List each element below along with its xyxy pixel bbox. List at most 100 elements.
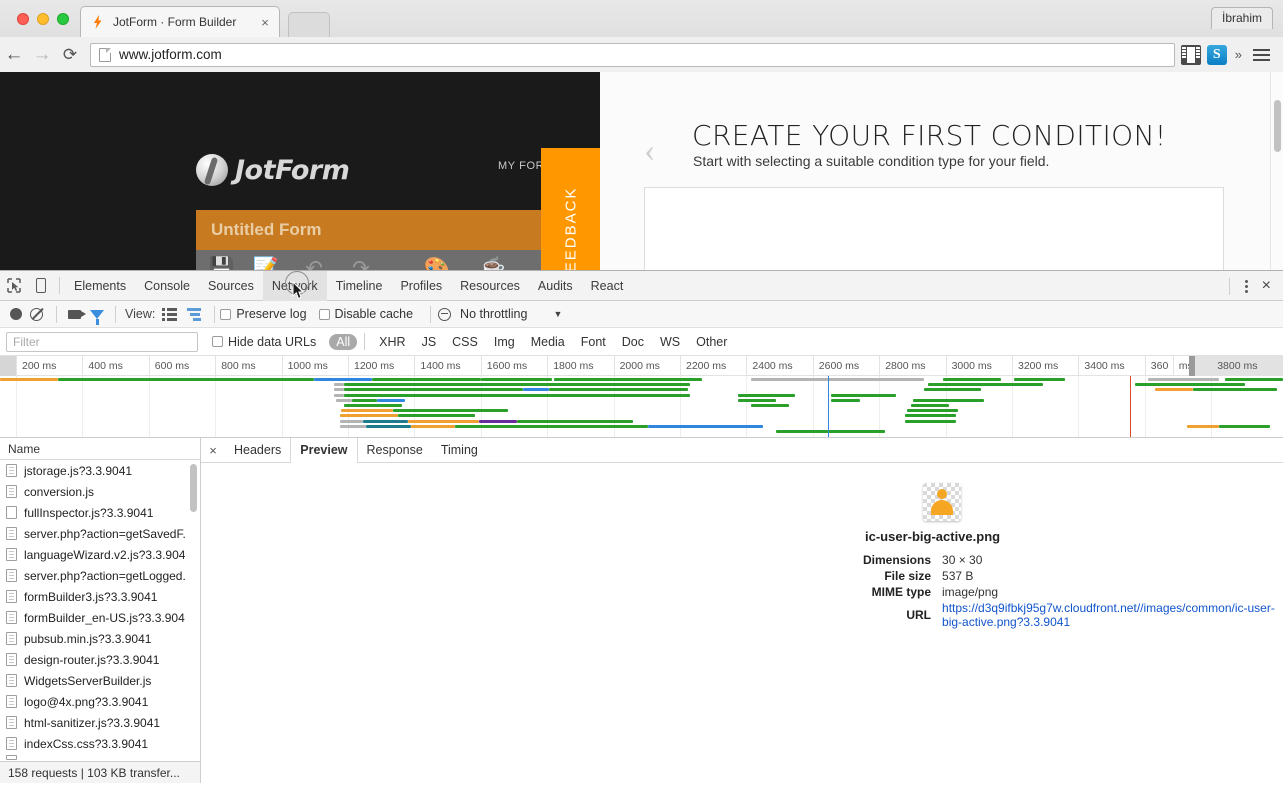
condition-type-box[interactable] (644, 187, 1224, 270)
request-row[interactable]: html-sanitizer.js?3.3.9041 (0, 712, 200, 733)
new-tab-button[interactable] (288, 12, 330, 37)
back-arrow-icon[interactable]: ← (0, 45, 28, 64)
detail-tab-timing[interactable]: Timing (432, 438, 487, 463)
close-detail-pane-icon[interactable]: × (201, 444, 225, 457)
request-row[interactable]: fullInspector.js?3.3.9041 (0, 502, 200, 523)
overview-right-handle[interactable] (1189, 356, 1195, 376)
tab-network[interactable]: Network (262, 270, 327, 301)
request-row[interactable]: conversion.js (0, 481, 200, 502)
request-row[interactable]: WidgetsServerBuilder.js (0, 670, 200, 691)
window-traffic-lights[interactable] (17, 13, 69, 25)
request-row[interactable]: jstorage.js?3.3.9041 (0, 460, 200, 481)
tab-resources[interactable]: Resources (451, 271, 529, 301)
throttling-value[interactable]: No throttling (460, 307, 527, 321)
profile-chip[interactable]: İbrahim (1210, 7, 1273, 29)
filter-funnel-icon[interactable] (90, 309, 104, 325)
request-list-header[interactable]: Name (0, 438, 200, 460)
preserve-log-box[interactable] (220, 308, 232, 320)
capture-screenshots-icon[interactable] (68, 309, 86, 319)
request-row[interactable]: languageWizard.v2.js?3.3.904 (0, 544, 200, 565)
throttling-chevron-down-icon[interactable]: ▼ (553, 309, 562, 319)
tab-react[interactable]: React (582, 271, 633, 301)
filter-type-xhr[interactable]: XHR (372, 334, 412, 350)
request-row[interactable]: server.php?action=getLogged. (0, 565, 200, 586)
image-preview-thumbnail[interactable] (923, 483, 961, 521)
filter-type-doc[interactable]: Doc (615, 334, 651, 350)
request-row[interactable]: formBuilder3.js?3.3.9041 (0, 586, 200, 607)
clear-requests-icon[interactable] (30, 307, 43, 321)
tab-elements[interactable]: Elements (65, 271, 135, 301)
request-row[interactable]: server.php?action=getSavedF. (0, 523, 200, 544)
form-title-bar[interactable]: Untitled Form (196, 210, 600, 250)
filter-type-media[interactable]: Media (524, 334, 572, 350)
request-row[interactable]: pubsub.min.js?3.3.9041 (0, 628, 200, 649)
forward-arrow-icon[interactable]: → (28, 45, 56, 64)
request-row[interactable]: formBuilder_en-US.js?3.3.904 (0, 607, 200, 628)
request-name: conversion.js (24, 484, 95, 499)
page-scrollbar[interactable] (1270, 72, 1283, 270)
view-list-icon[interactable] (162, 307, 178, 321)
hide-data-urls-checkbox[interactable]: Hide data URLs (212, 335, 316, 349)
tab-sources[interactable]: Sources (199, 271, 263, 301)
request-list-scrollbar-thumb[interactable] (190, 464, 197, 512)
timeline-ruler[interactable]: 200 ms 400 ms 600 ms 800 ms 1000 ms 1200 ms 14… (0, 356, 1283, 376)
detail-tab-headers[interactable]: Headers (225, 438, 290, 463)
overview-request-bar (407, 419, 479, 423)
detail-tab-preview[interactable]: Preview (290, 437, 358, 463)
filter-type-css[interactable]: CSS (445, 334, 485, 350)
record-button-icon[interactable] (10, 308, 22, 320)
filter-type-font[interactable]: Font (574, 334, 613, 350)
offline-throttle-icon[interactable] (438, 307, 452, 321)
request-row-partial[interactable] (0, 754, 200, 760)
close-devtools-icon[interactable]: × (1258, 278, 1283, 294)
disable-cache-checkbox[interactable]: Disable cache (318, 307, 413, 321)
filter-type-js[interactable]: JS (415, 334, 444, 350)
file-icon (6, 716, 17, 729)
detail-tab-response[interactable]: Response (358, 438, 432, 463)
filter-type-other[interactable]: Other (689, 334, 734, 350)
overview-left-shade[interactable] (0, 356, 16, 376)
inspect-element-icon[interactable] (0, 272, 27, 300)
address-bar[interactable]: www.jotform.com (90, 42, 1175, 67)
tab-console[interactable]: Console (135, 271, 199, 301)
builder-redo-button[interactable]: ↷ Redo (335, 256, 387, 270)
builder-designer-button[interactable]: 🎨 Designer (411, 256, 463, 270)
request-list[interactable]: jstorage.js?3.3.9041 conversion.js fullIns… (0, 460, 200, 761)
request-row[interactable]: indexCss.css?3.3.9041 (0, 733, 200, 754)
close-window-button[interactable] (17, 13, 29, 25)
hide-data-urls-label: Hide data URLs (228, 334, 317, 349)
tab-timeline[interactable]: Timeline (327, 271, 392, 301)
request-row[interactable]: design-router.js?3.3.9041 (0, 649, 200, 670)
preserve-log-checkbox[interactable]: Preserve log (220, 307, 307, 321)
filter-type-ws[interactable]: WS (653, 334, 687, 350)
minimize-window-button[interactable] (37, 13, 49, 25)
film-strip-extension-icon[interactable] (1180, 44, 1201, 65)
jotform-logo[interactable]: JotForm (196, 154, 350, 186)
tab-profiles[interactable]: Profiles (391, 271, 451, 301)
network-overview[interactable]: 200 ms 400 ms 600 ms 800 ms 1000 ms 1200 ms 14… (0, 356, 1283, 438)
filter-input[interactable] (6, 331, 198, 352)
builder-undo-button[interactable]: ↶ Undo (288, 256, 340, 270)
maximize-window-button[interactable] (57, 13, 69, 25)
disable-cache-box[interactable] (318, 308, 330, 320)
feedback-tab[interactable]: FEEDBACK (541, 148, 600, 270)
page-scrollbar-thumb[interactable] (1274, 100, 1281, 152)
blue-s-extension-icon[interactable]: S (1206, 44, 1227, 65)
hide-data-urls-box[interactable] (212, 336, 223, 347)
back-chevron-icon[interactable]: ‹ (644, 134, 655, 168)
builder-preview-button[interactable]: 📝 Preview (240, 256, 292, 270)
view-waterfall-icon[interactable] (187, 307, 202, 321)
builder-themes-button[interactable]: ☕ Themes (467, 256, 519, 270)
meta-value-url-link[interactable]: https://d3q9ifbkj95g7w.cloudfront.net//i… (942, 601, 1281, 629)
reload-icon[interactable]: ⟳ (56, 46, 84, 63)
overflow-chevron-icon[interactable]: » (1233, 47, 1244, 62)
filter-type-img[interactable]: Img (487, 334, 522, 350)
filter-type-all[interactable]: All (329, 333, 358, 350)
tab-close-icon[interactable]: × (256, 16, 274, 29)
tab-audits[interactable]: Audits (529, 271, 582, 301)
browser-tab-jotform[interactable]: JotForm · Form Builder × (80, 6, 280, 37)
chrome-menu-icon[interactable] (1250, 48, 1273, 61)
request-row[interactable]: logo@4x.png?3.3.9041 (0, 691, 200, 712)
kebab-menu-icon[interactable] (1235, 279, 1258, 293)
toggle-device-toolbar-icon[interactable] (27, 272, 54, 300)
